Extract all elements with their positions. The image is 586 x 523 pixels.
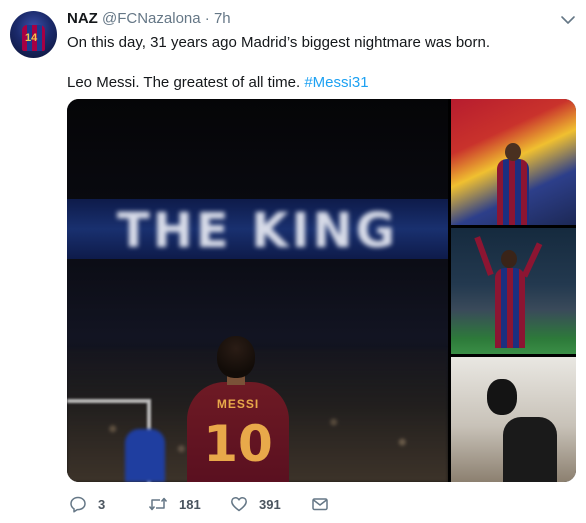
thumbnail-3-silhouette-head (487, 379, 517, 415)
thumbnail-2-player-head (501, 250, 517, 268)
retweet-count: 181 (179, 496, 201, 512)
direct-message-button[interactable] (311, 493, 329, 515)
shirt-name: MESSI (216, 397, 260, 411)
author-name[interactable]: NAZ (67, 10, 98, 27)
heart-icon (231, 496, 247, 512)
action-bar: 3 181 391 (67, 493, 367, 515)
thumbnail-photo-2[interactable] (451, 228, 576, 354)
tweet-text-line-2: Leo Messi. The greatest of all time. #Me… (67, 73, 577, 93)
avatar[interactable]: 14 (10, 11, 57, 58)
reply-icon (70, 496, 86, 513)
shirt-number: 10 (203, 415, 273, 473)
tweet-text-line-1: On this day, 31 years ago Madrid’s bigge… (67, 34, 491, 51)
reply-count: 3 (98, 496, 106, 512)
retweet-button[interactable]: 181 (148, 493, 201, 515)
thumbnail-2-arm-left (474, 236, 494, 276)
chevron-down-icon[interactable] (560, 12, 576, 28)
thumbnail-photo-1[interactable] (451, 99, 576, 225)
background-player (125, 429, 165, 482)
thumbnail-photo-3[interactable] (451, 357, 576, 482)
like-count: 391 (259, 496, 281, 512)
main-photo[interactable]: THE KING MESSI 10 (67, 99, 448, 482)
tweet-header: NAZ @FCNazalona · 7h (67, 10, 231, 27)
like-button[interactable]: 391 (230, 493, 281, 515)
tweet-text: On this day, 31 years ago Madrid’s bigge… (67, 33, 577, 93)
hashtag-link[interactable]: #Messi31 (304, 74, 368, 91)
author-handle[interactable]: @FCNazalona (102, 10, 201, 27)
tweet: 14 NAZ @FCNazalona · 7h On this day, 31 … (0, 0, 586, 523)
tweet-timestamp[interactable]: 7h (214, 10, 231, 27)
avatar-shirt-number: 14 (25, 32, 38, 44)
banner-text: THE KING (116, 203, 399, 259)
player-head (217, 336, 255, 378)
thumbnail-1-player-head (505, 143, 521, 161)
retweet-icon (148, 497, 168, 511)
thumbnail-1-player (497, 159, 529, 225)
tweet-text-line-2-text: Leo Messi. The greatest of all time. (67, 74, 305, 91)
thumbnail-3-silhouette (503, 417, 557, 482)
envelope-icon (312, 498, 328, 511)
separator-dot: · (204, 10, 210, 27)
reply-button[interactable]: 3 (69, 493, 105, 515)
media-grid: THE KING MESSI 10 (67, 99, 576, 482)
thumbnail-2-arm-right (521, 242, 543, 278)
thumbnail-2-player (495, 268, 525, 348)
